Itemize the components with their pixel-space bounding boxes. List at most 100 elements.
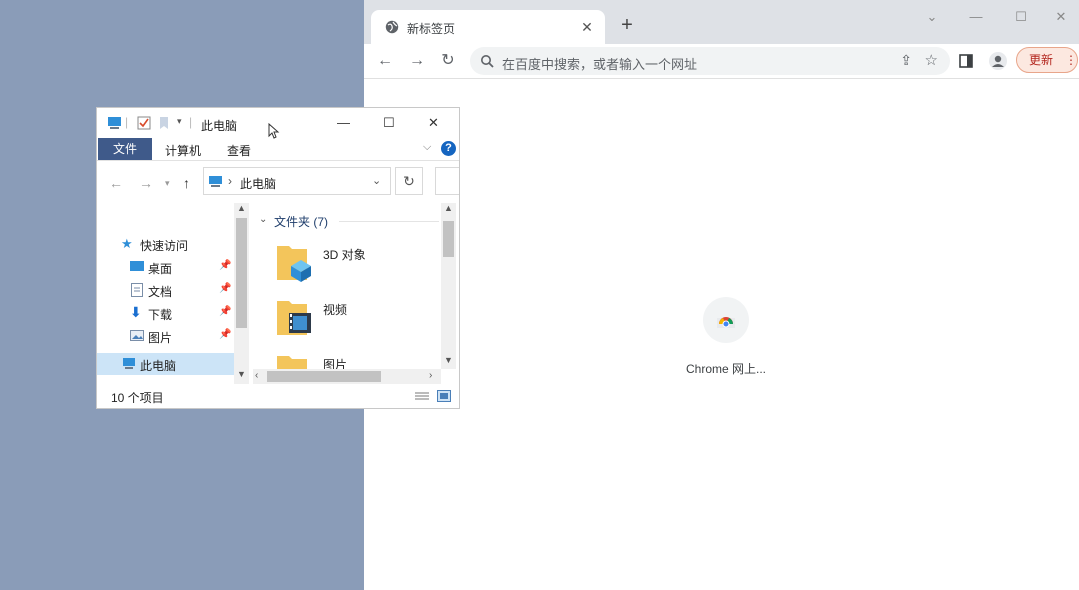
group-collapse-icon[interactable]: ⌄	[259, 214, 267, 225]
back-icon[interactable]: ←	[374, 50, 396, 72]
nav-this-pc-label: 此电脑	[140, 359, 177, 373]
scroll-up-icon[interactable]: ▲	[237, 203, 246, 213]
address-dropdown-icon[interactable]: ⌄	[372, 174, 381, 187]
new-folder-icon[interactable]	[158, 116, 170, 130]
folder-item[interactable]: 图片	[277, 350, 437, 369]
desktop-icon	[130, 261, 144, 271]
nav-this-pc[interactable]: 此电脑	[97, 353, 234, 375]
scroll-up-icon[interactable]: ▲	[444, 203, 453, 213]
chrome-window: 新标签页 ✕ + ⌄ — ☐ ✕ ← → ↻ 在百度中搜索，或者输入一个网址 ⇪…	[364, 0, 1079, 590]
side-panel-icon[interactable]	[959, 54, 973, 68]
scroll-down-icon[interactable]: ▼	[237, 369, 246, 379]
documents-icon	[131, 283, 143, 297]
update-label: 更新	[1029, 53, 1054, 67]
close-button[interactable]: ✕	[428, 115, 439, 131]
navigation-scrollbar[interactable]: ▲ ▼	[234, 203, 249, 384]
nav-downloads[interactable]: ⬇ 下载 📌	[97, 302, 234, 324]
address-text: 此电脑	[240, 177, 277, 191]
nav-quick-access-label: 快速访问	[140, 239, 189, 253]
nav-network[interactable]: 网络	[97, 379, 234, 384]
scroll-thumb[interactable]	[443, 221, 454, 257]
chrome-web-store-icon	[717, 317, 735, 328]
tab-file[interactable]: 文件	[98, 138, 152, 160]
omnibox[interactable]: 在百度中搜索，或者输入一个网址 ⇪ ☆	[470, 47, 950, 75]
pin-icon[interactable]: 📌	[219, 260, 231, 271]
bookmark-star-icon[interactable]: ☆	[925, 51, 938, 69]
nav-pictures-label: 图片	[148, 331, 173, 345]
tab-computer[interactable]: 计算机	[165, 142, 201, 159]
nav-documents[interactable]: 文档 📌	[97, 279, 234, 301]
back-icon[interactable]: ←	[109, 175, 123, 191]
item-count: 10 个项目	[111, 391, 164, 405]
qat-dropdown-icon[interactable]: ▾	[177, 116, 182, 127]
content-pane: ⌄ 文件夹 (7) 3D 对象 视频 图片	[249, 203, 441, 369]
large-icons-view-icon[interactable]	[437, 390, 451, 402]
nav-pictures[interactable]: 图片 📌	[97, 325, 234, 347]
more-menu-icon: ⋮	[1065, 53, 1077, 67]
pin-icon[interactable]: 📌	[219, 283, 231, 294]
help-icon[interactable]: ?	[441, 141, 456, 156]
address-bar-row: ← → ▾ ↑ › 此电脑 ⌄ ↻	[97, 161, 459, 203]
search-icon	[481, 55, 494, 68]
this-pc-icon	[209, 176, 222, 187]
content-vertical-scrollbar[interactable]: ▲ ▼	[441, 203, 456, 369]
omnibox-placeholder: 在百度中搜索，或者输入一个网址	[502, 57, 698, 72]
globe-icon	[385, 20, 399, 34]
scroll-left-icon[interactable]: ‹	[255, 370, 258, 381]
details-view-icon[interactable]	[415, 391, 429, 402]
folder-item[interactable]: 3D 对象	[277, 240, 437, 290]
scroll-thumb[interactable]	[236, 218, 247, 328]
tab-title: 新标签页	[407, 22, 456, 36]
forward-icon[interactable]: →	[406, 50, 428, 72]
minimize-button[interactable]: —	[956, 8, 996, 26]
refresh-button[interactable]: ↻	[395, 167, 423, 195]
chrome-web-store-shortcut[interactable]	[703, 297, 749, 343]
update-button[interactable]: 更新 ⋮	[1016, 47, 1078, 73]
pin-icon[interactable]: 📌	[219, 306, 231, 317]
nav-quick-access[interactable]: ★ 快速访问	[97, 233, 234, 255]
folder-item[interactable]: 视频	[277, 295, 437, 345]
nav-desktop[interactable]: 桌面 📌	[97, 256, 234, 278]
explorer-title: 此电脑	[201, 119, 238, 133]
pin-icon[interactable]: 📌	[219, 329, 231, 340]
scroll-thumb[interactable]	[267, 371, 381, 382]
address-bar[interactable]: › 此电脑 ⌄	[203, 167, 391, 195]
forward-icon[interactable]: →	[139, 175, 153, 191]
3d-objects-folder-icon	[277, 246, 311, 282]
nav-desktop-label: 桌面	[148, 262, 173, 276]
tab-strip: 新标签页 ✕ + ⌄ — ☐ ✕	[364, 0, 1079, 44]
tab-new-tab[interactable]: 新标签页 ✕	[371, 10, 605, 44]
maximize-button[interactable]: ☐	[383, 115, 395, 131]
folder-name: 3D 对象	[323, 248, 366, 262]
this-pc-icon	[108, 117, 121, 129]
nav-downloads-label: 下载	[148, 308, 173, 322]
search-input[interactable]	[435, 167, 459, 195]
up-icon[interactable]: ↑	[183, 175, 190, 191]
star-icon: ★	[121, 236, 133, 251]
chrome-toolbar: ← → ↻ 在百度中搜索，或者输入一个网址 ⇪ ☆ 更新 ⋮	[364, 44, 1079, 79]
ribbon-expand-icon[interactable]: ⌵	[423, 141, 431, 154]
download-arrow-icon: ⬇	[130, 304, 142, 320]
group-header[interactable]: 文件夹 (7)	[274, 213, 328, 230]
content-horizontal-scrollbar[interactable]: ‹ ›	[253, 369, 441, 384]
tab-close-icon[interactable]: ✕	[577, 17, 597, 37]
share-icon[interactable]: ⇪	[900, 52, 912, 69]
breadcrumb-chevron-icon[interactable]: ›	[228, 174, 232, 188]
videos-folder-icon	[277, 301, 311, 335]
close-window-button[interactable]: ✕	[1046, 8, 1076, 26]
ribbon-tabs: 文件 计算机 查看 ⌵ ?	[97, 138, 459, 161]
scroll-down-icon[interactable]: ▼	[444, 355, 453, 365]
new-tab-button[interactable]: +	[616, 14, 638, 36]
shortcut-label: Chrome 网上...	[685, 362, 767, 376]
file-explorer-window: | ▾ | 此电脑 — ☐ ✕ 文件 计算机 查看 ⌵ ? ← → ▾ ↑ ›	[97, 108, 459, 408]
tab-view[interactable]: 查看	[227, 142, 251, 159]
scroll-right-icon[interactable]: ›	[429, 370, 432, 381]
reload-icon[interactable]: ↻	[437, 50, 459, 72]
tab-search-icon[interactable]: ⌄	[912, 8, 952, 26]
profile-avatar-icon[interactable]	[988, 51, 1008, 71]
minimize-button[interactable]: —	[337, 115, 350, 130]
recent-locations-icon[interactable]: ▾	[165, 178, 170, 189]
nav-network-label: 网络	[140, 383, 164, 384]
maximize-button[interactable]: ☐	[1001, 8, 1041, 26]
properties-icon[interactable]	[137, 116, 151, 130]
